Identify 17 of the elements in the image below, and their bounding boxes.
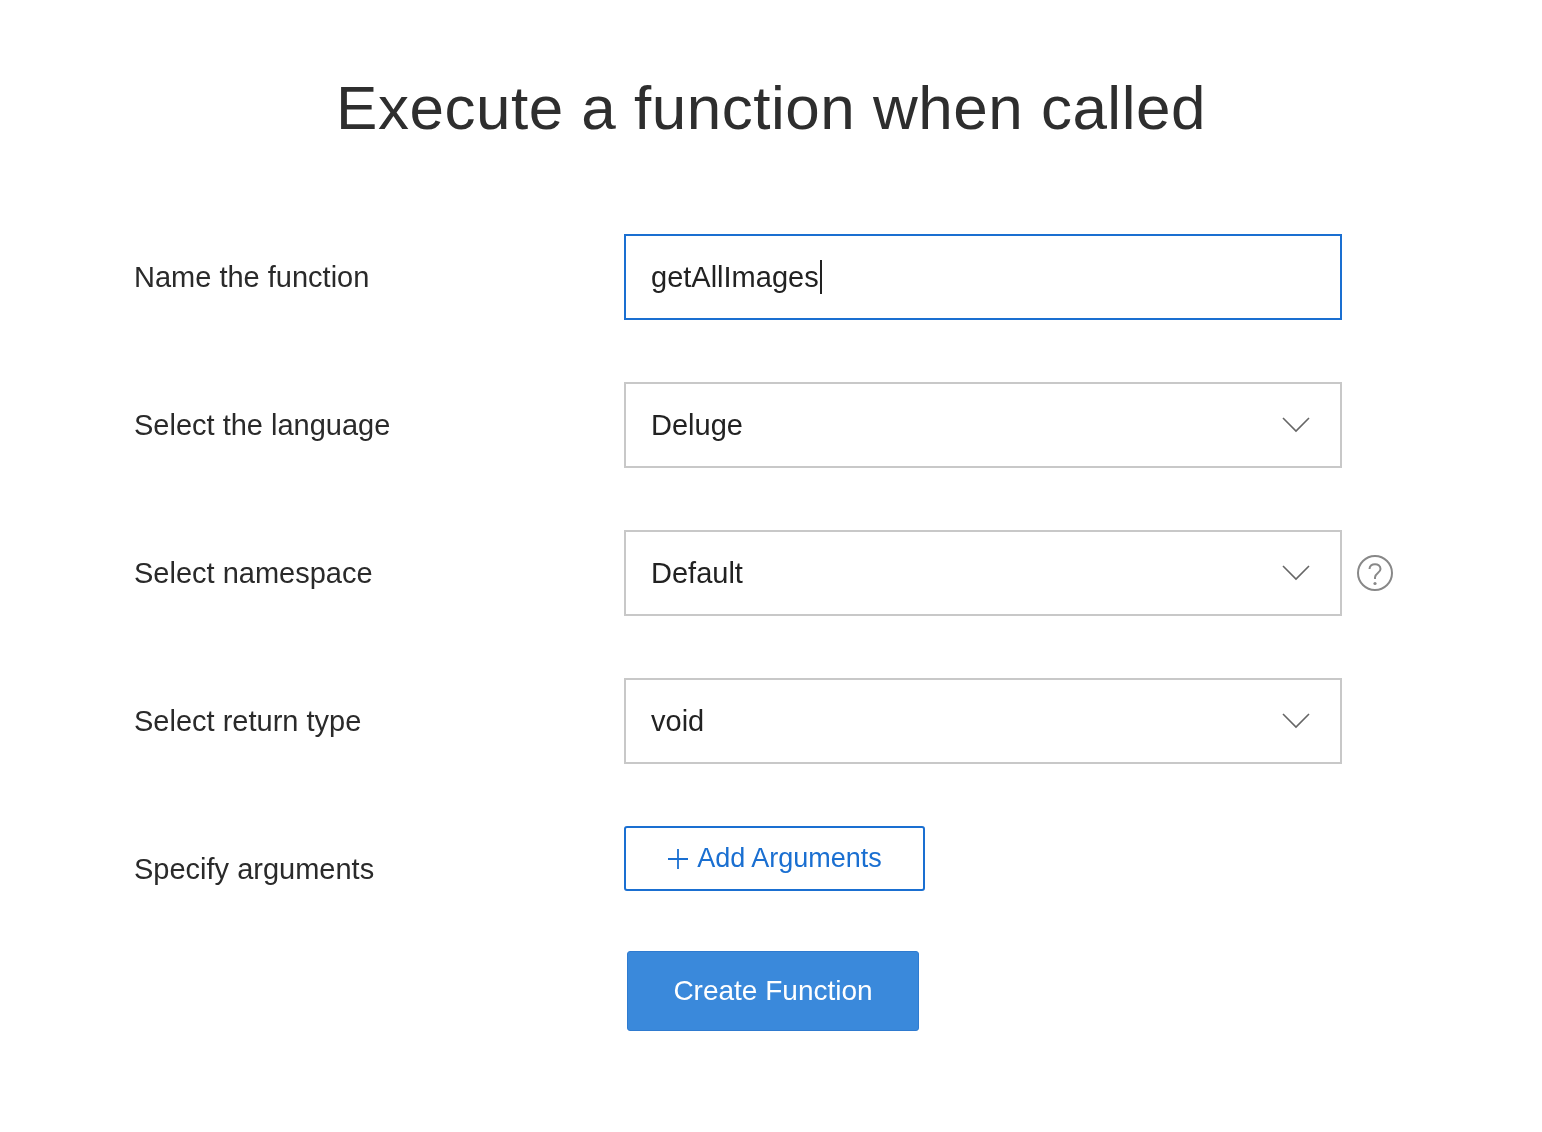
chevron-down-icon xyxy=(1282,417,1310,433)
dropdown-select[interactable]: void xyxy=(624,678,1342,764)
page-title: Execute a function when called xyxy=(335,72,1207,144)
dropdown-select[interactable]: Deluge xyxy=(624,382,1342,468)
chevron-down-icon xyxy=(1282,565,1310,581)
field-label: Name the function xyxy=(134,259,371,295)
field-label: Select return type xyxy=(134,703,363,739)
field-label: Select the language xyxy=(134,407,392,443)
chevron-down-icon xyxy=(1282,713,1310,729)
dropdown-select[interactable]: Default xyxy=(624,530,1342,616)
field-label: Specify arguments xyxy=(134,851,376,887)
help-icon[interactable] xyxy=(1356,554,1394,592)
plus-icon xyxy=(667,847,690,870)
field-label: Select namespace xyxy=(134,555,374,591)
add-arguments-button[interactable]: Add Arguments xyxy=(624,826,925,891)
name-input-field[interactable]: getAllImages xyxy=(624,234,1342,320)
create-function-button[interactable]: Create Function xyxy=(627,951,919,1031)
